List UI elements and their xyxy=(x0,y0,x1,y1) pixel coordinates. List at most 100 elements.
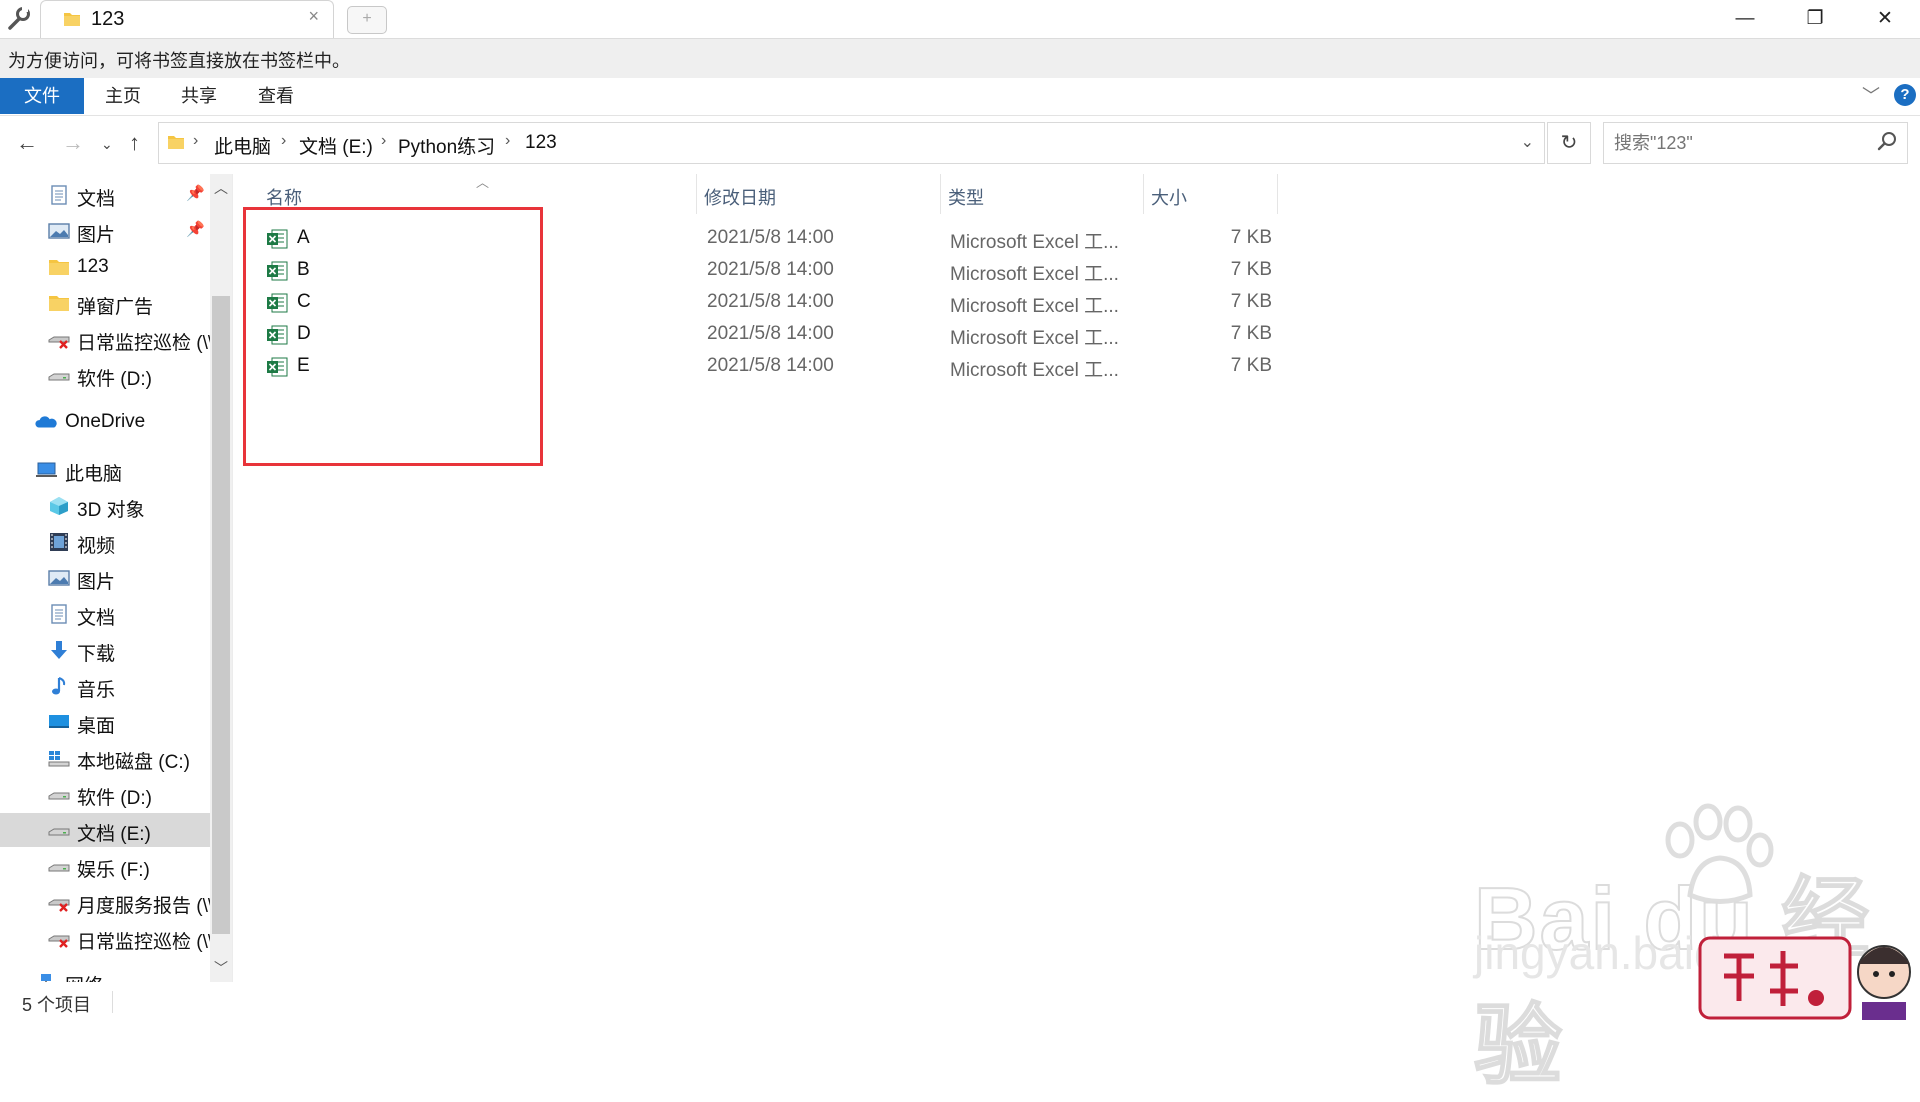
ribbon-expand-chevron-icon[interactable]: ﹀ xyxy=(1862,82,1880,108)
column-header-size[interactable]: 大小 xyxy=(1145,174,1275,212)
network-icon xyxy=(41,974,51,982)
breadcrumb-separator-icon[interactable]: › xyxy=(193,132,198,150)
column-header-label: 类型 xyxy=(948,188,984,208)
sidebar-item-label: OneDrive xyxy=(65,411,146,432)
minimize-button[interactable]: — xyxy=(1710,0,1780,38)
scroll-down-chevron-icon[interactable]: ﹀ xyxy=(212,958,230,978)
sidebar-item-label: 文档 xyxy=(77,608,116,629)
recent-locations-chevron-icon[interactable]: ⌄ xyxy=(101,136,113,153)
sidebar-item-label: 网络 xyxy=(65,971,103,982)
address-dropdown-chevron-icon[interactable]: ⌄ xyxy=(1521,132,1534,152)
search-box[interactable] xyxy=(1603,122,1908,164)
breadcrumb-separator-icon[interactable]: › xyxy=(381,132,386,150)
file-type: Microsoft Excel 工... xyxy=(950,264,1119,285)
sidebar-item-folder-123[interactable]: 123 xyxy=(0,250,210,284)
3d-objects-icon xyxy=(50,497,68,515)
breadcrumb-separator-icon[interactable]: › xyxy=(505,132,510,150)
scroll-up-chevron-icon[interactable]: ︿ xyxy=(212,178,230,198)
sidebar-item-this-pc[interactable]: 此电脑 xyxy=(0,453,210,487)
sidebar-item-label: 软件 (D:) xyxy=(77,369,152,390)
column-header-date[interactable]: 修改日期 xyxy=(698,174,938,212)
restore-button[interactable]: ❐ xyxy=(1780,0,1850,38)
breadcrumb-this-pc[interactable]: 此电脑 xyxy=(214,132,271,159)
windows-drive-icon xyxy=(48,751,70,767)
sidebar-item-quick-pictures[interactable]: 图片 📌 xyxy=(0,214,210,248)
file-size: 7 KB xyxy=(1230,227,1272,248)
up-arrow-icon[interactable]: ↑ xyxy=(129,130,140,156)
navigation-pane: 文档 📌 图片 📌 123 弹窗广告 日常监控巡检 (\\ 软件 (D:) On… xyxy=(0,174,210,982)
highlight-box xyxy=(243,207,543,466)
sidebar-item-quick-documents[interactable]: 文档 📌 xyxy=(0,178,210,212)
tab-view[interactable]: 查看 xyxy=(245,78,307,114)
sidebar-item-network[interactable]: 网络 xyxy=(0,965,210,982)
sidebar-item-label: 软件 (D:) xyxy=(77,788,152,809)
sidebar-item-drive-c[interactable]: 本地磁盘 (C:) xyxy=(0,741,210,775)
breadcrumb-python[interactable]: Python练习 xyxy=(398,132,495,159)
sidebar-item-label: 123 xyxy=(77,256,109,277)
breadcrumb-separator-icon[interactable]: › xyxy=(281,132,286,150)
forward-arrow-icon[interactable]: → xyxy=(62,130,84,156)
wrench-icon[interactable] xyxy=(6,6,32,32)
sidebar-item-onedrive[interactable]: OneDrive xyxy=(0,405,210,439)
ribbon: 文件 主页 共享 查看 ﹀ ? xyxy=(0,78,1920,116)
sidebar-item-network-drive-monitor[interactable]: 日常监控巡检 (\\ xyxy=(0,322,210,356)
tab-share[interactable]: 共享 xyxy=(168,78,230,114)
sidebar-item-downloads[interactable]: 下载 xyxy=(0,633,210,667)
sidebar-item-label: 音乐 xyxy=(77,680,116,701)
sidebar-item-videos[interactable]: 视频 xyxy=(0,525,210,559)
tab-file[interactable]: 文件 xyxy=(0,78,84,114)
sidebar-item-label: 视频 xyxy=(77,536,116,557)
sidebar-item-3d-objects[interactable]: 3D 对象 xyxy=(0,489,210,523)
sidebar-item-label: 桌面 xyxy=(77,716,116,737)
column-separator[interactable] xyxy=(696,174,697,214)
document-icon xyxy=(51,604,67,624)
sidebar-item-label: 文档 xyxy=(77,189,116,210)
refresh-icon[interactable]: ↻ xyxy=(1547,122,1591,164)
pane-divider[interactable] xyxy=(232,174,233,982)
download-icon xyxy=(51,641,67,659)
back-arrow-icon[interactable]: ← xyxy=(16,130,38,156)
new-tab-button[interactable]: + xyxy=(347,6,387,34)
column-separator[interactable] xyxy=(1277,174,1278,214)
tab-close-icon[interactable]: × xyxy=(308,6,319,27)
drive-icon xyxy=(48,373,70,381)
sidebar-item-drive-d-2[interactable]: 软件 (D:) xyxy=(0,777,210,811)
address-bar[interactable]: › 此电脑 › 文档 (E:) › Python练习 › 123 ⌄ xyxy=(158,122,1545,164)
sidebar-item-pictures[interactable]: 图片 xyxy=(0,561,210,595)
network-drive-disconnected-icon xyxy=(48,336,70,349)
sidebar-item-network-drive-report[interactable]: 月度服务报告 (\\ xyxy=(0,885,210,919)
column-separator[interactable] xyxy=(940,174,941,214)
sidebar-item-label: 下载 xyxy=(77,644,116,665)
sidebar-item-music[interactable]: 音乐 xyxy=(0,669,210,703)
tab-123[interactable]: 123 × xyxy=(40,0,334,38)
close-button[interactable]: ✕ xyxy=(1850,0,1920,38)
title-bar: 123 × + — ❐ ✕ xyxy=(0,0,1920,38)
column-header-type[interactable]: 类型 xyxy=(942,174,1142,212)
sidebar-item-drive-f[interactable]: 娱乐 (F:) xyxy=(0,849,210,883)
video-icon xyxy=(50,533,68,551)
breadcrumb-current[interactable]: 123 xyxy=(525,132,557,154)
sidebar-scrollbar[interactable]: ︿ ﹀ xyxy=(210,174,232,982)
tab-home[interactable]: 主页 xyxy=(92,78,154,114)
sidebar-item-desktop[interactable]: 桌面 xyxy=(0,705,210,739)
breadcrumb-drive-e[interactable]: 文档 (E:) xyxy=(299,132,373,159)
column-separator[interactable] xyxy=(1143,174,1144,214)
sidebar-item-folder-popup-ads[interactable]: 弹窗广告 xyxy=(0,286,210,320)
help-icon[interactable]: ? xyxy=(1894,84,1916,106)
search-icon[interactable] xyxy=(1877,131,1897,151)
bookmark-bar: 为方便访问，可将书签直接放在书签栏中。 xyxy=(0,38,1920,79)
file-type: Microsoft Excel 工... xyxy=(950,232,1119,253)
scrollbar-thumb[interactable] xyxy=(212,296,230,934)
sidebar-item-documents[interactable]: 文档 xyxy=(0,597,210,631)
tab-title: 123 xyxy=(91,8,125,30)
sidebar-item-label: 日常监控巡检 (\\ xyxy=(77,333,210,354)
sidebar-item-drive-e[interactable]: 文档 (E:) xyxy=(0,813,210,847)
search-input[interactable] xyxy=(1612,129,1866,157)
sidebar-item-drive-d[interactable]: 软件 (D:) xyxy=(0,358,210,392)
sidebar-item-network-drive-monitor-2[interactable]: 日常监控巡检 (\\ xyxy=(0,921,210,955)
author-stamp-icon xyxy=(1698,936,1911,1020)
picture-icon xyxy=(48,570,70,586)
this-pc-icon xyxy=(36,462,57,477)
sidebar-item-label: 图片 xyxy=(77,225,116,246)
sidebar-item-label: 此电脑 xyxy=(65,464,123,485)
